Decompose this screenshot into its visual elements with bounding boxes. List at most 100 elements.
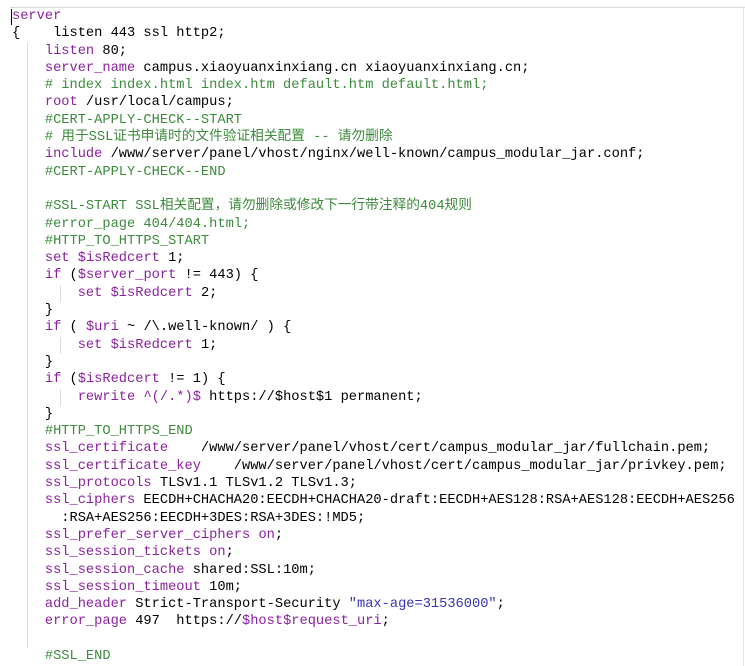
code-line[interactable]: server_name campus.xiaoyuanxinxiang.cn x… xyxy=(12,60,735,77)
keyword-token: ssl_session_cache xyxy=(44,562,185,578)
text-token: != 1) { xyxy=(159,372,226,388)
text-token: /www/server/panel/vhost/nginx/well-known… xyxy=(102,147,645,163)
code-line[interactable]: ssl_certificate /www/server/panel/vhost/… xyxy=(12,440,735,457)
code-line[interactable]: #CERT-APPLY-CHECK--START xyxy=(12,112,735,129)
code-line[interactable]: ssl_prefer_server_ciphers on; xyxy=(12,527,735,544)
comment-token: #CERT-APPLY-CHECK--END xyxy=(44,164,226,180)
code-text-area[interactable]: server { listen 443 ssl http2; listen 80;… xyxy=(12,8,735,665)
text-token: /www/server/panel/vhost/cert/campus_modu… xyxy=(168,441,711,457)
code-line[interactable]: } xyxy=(12,354,735,371)
code-line[interactable]: if ($server_port != 443) { xyxy=(12,267,735,284)
comment-token: #HTTP_TO_HTTPS_END xyxy=(44,424,193,440)
keyword-token: ssl_ciphers xyxy=(44,493,136,509)
text-token: 1; xyxy=(159,251,185,267)
text-token: ; xyxy=(274,527,284,543)
text-token: 2; xyxy=(192,285,218,301)
keyword-token: $isRedcert xyxy=(77,372,160,388)
text-token: TLSv1.1 TLSv1.2 TLSv1.3; xyxy=(151,476,357,492)
code-line[interactable]: if ( $uri ~ /\.well-known/ ) { xyxy=(12,319,735,336)
code-line[interactable]: set $isRedcert 2; xyxy=(12,285,735,302)
keyword-token: $server_port xyxy=(77,268,177,284)
keyword-token: ssl_session_tickets xyxy=(44,545,201,561)
text-token: } xyxy=(12,303,54,319)
code-line[interactable]: root /usr/local/campus; xyxy=(12,94,735,111)
keyword-token: $host$request_uri xyxy=(242,614,382,630)
code-line[interactable]: #HTTP_TO_HTTPS_END xyxy=(12,423,735,440)
code-line[interactable]: #SSL_END xyxy=(12,648,735,665)
code-line[interactable]: { listen 443 ssl http2; xyxy=(12,25,735,42)
comment-token: #SSL_END xyxy=(44,648,111,664)
keyword-token: ssl_certificate xyxy=(44,441,169,457)
code-line[interactable]: #HTTP_TO_HTTPS_START xyxy=(12,233,735,250)
comment-token: #HTTP_TO_HTTPS_START xyxy=(44,233,210,249)
code-line[interactable]: add_header Strict-Transport-Security "ma… xyxy=(12,596,735,613)
code-line[interactable]: server xyxy=(12,8,735,25)
comment-token: #CERT-APPLY-CHECK--START xyxy=(44,112,242,128)
code-line[interactable]: ssl_session_timeout 10m; xyxy=(12,579,735,596)
code-line[interactable]: rewrite ^(/.*)$ https://$host$1 permanen… xyxy=(12,389,735,406)
code-line[interactable]: listen 80; xyxy=(12,43,735,60)
code-line[interactable]: :RSA+AES256:EECDH+3DES:RSA+3DES:!MD5; xyxy=(12,510,735,527)
code-line[interactable]: #CERT-APPLY-CHECK--END xyxy=(12,164,735,181)
text-token: campus.xiaoyuanxinxiang.cn xiaoyuanxinxi… xyxy=(135,60,530,76)
code-editor[interactable]: server { listen 443 ssl http2; listen 80;… xyxy=(0,0,745,666)
text-token: https://$host$1 permanent; xyxy=(200,389,423,405)
code-line[interactable] xyxy=(12,181,735,198)
code-line[interactable]: # index index.html index.htm default.htm… xyxy=(12,77,735,94)
text-token: { listen 443 ssl http2; xyxy=(12,26,226,42)
keyword-token: server_name xyxy=(44,60,136,76)
code-line[interactable]: set $isRedcert 1; xyxy=(12,337,735,354)
code-line[interactable]: } xyxy=(12,406,735,423)
keyword-token: $isRedcert xyxy=(110,285,193,301)
text-token: 497 https:// xyxy=(127,614,242,630)
code-line[interactable]: ssl_certificate_key /www/server/panel/vh… xyxy=(12,458,735,475)
keyword-token: $isRedcert xyxy=(110,337,193,353)
string-token: "max-age=31536000" xyxy=(348,597,497,613)
text-caret xyxy=(11,9,12,25)
code-line[interactable]: error_page 497 https://$host$request_uri… xyxy=(12,613,735,630)
keyword-token: set xyxy=(77,337,103,353)
text-token: 80; xyxy=(94,43,128,59)
keyword-token: if xyxy=(44,268,62,284)
text-token: ~ /\.well-known/ ) { xyxy=(118,320,292,336)
code-line[interactable]: #SSL-START SSL相关配置，请勿删除或修改下一行带注释的404规则 xyxy=(12,198,735,215)
code-line[interactable]: # 用于SSL证书申请时的文件验证相关配置 -- 请勿删除 xyxy=(12,129,735,146)
code-line[interactable]: ssl_ciphers EECDH+CHACHA20:EECDH+CHACHA2… xyxy=(12,492,735,509)
code-line[interactable]: if ($isRedcert != 1) { xyxy=(12,371,735,388)
text-token: ( xyxy=(61,372,78,388)
code-line[interactable]: } xyxy=(12,302,735,319)
text-token: } xyxy=(12,406,54,422)
keyword-token: error_page xyxy=(44,614,127,630)
code-line[interactable]: set $isRedcert 1; xyxy=(12,250,735,267)
code-line[interactable]: #error_page 404/404.html; xyxy=(12,216,735,233)
code-line[interactable]: include /www/server/panel/vhost/nginx/we… xyxy=(12,146,735,163)
code-line[interactable]: ssl_protocols TLSv1.1 TLSv1.2 TLSv1.3; xyxy=(12,475,735,492)
code-line[interactable]: ssl_session_cache shared:SSL:10m; xyxy=(12,562,735,579)
code-line[interactable] xyxy=(12,631,735,648)
code-line[interactable]: ssl_session_tickets on; xyxy=(12,544,735,561)
text-token: ; xyxy=(225,545,234,561)
text-token: 10m; xyxy=(200,579,243,595)
text-token: != 443) { xyxy=(176,268,259,284)
